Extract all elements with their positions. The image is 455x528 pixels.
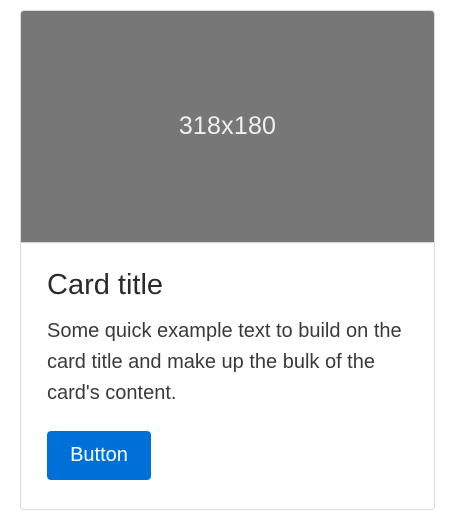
card-text: Some quick example text to build on the …: [47, 319, 402, 404]
card-image-placeholder: 318x180: [21, 11, 434, 243]
card: 318x180 Card title Some quick example te…: [20, 10, 435, 510]
card-button[interactable]: Button: [47, 430, 151, 480]
card-title: Card title: [47, 269, 164, 301]
image-size-label: 318x180: [178, 112, 277, 140]
card-body: Card title Some quick example text to bu…: [21, 243, 434, 504]
